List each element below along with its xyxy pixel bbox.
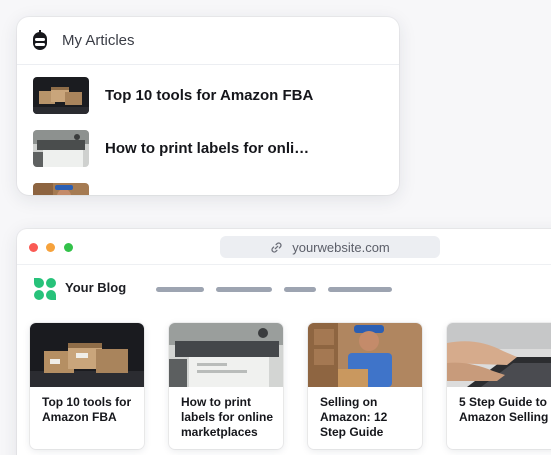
address-bar[interactable]: yourwebsite.com xyxy=(220,236,440,258)
card-title: How to print labels for online marketpla… xyxy=(181,395,274,439)
clover-logo-icon xyxy=(34,278,56,300)
nav-link-placeholder[interactable] xyxy=(216,287,272,292)
delivery-image xyxy=(308,323,422,387)
browser-window: yourwebsite.com Your Blog Top 10 tools f… xyxy=(17,229,551,455)
close-window-button[interactable] xyxy=(29,243,38,252)
boxes-thumbnail xyxy=(33,77,89,114)
blog-card[interactable]: 5 Step Guide to Amazon Selling xyxy=(447,323,551,449)
minimize-window-button[interactable] xyxy=(46,243,55,252)
article-title: Top 10 tools for Amazon FBA xyxy=(105,87,314,104)
nav-link-placeholder[interactable] xyxy=(284,287,316,292)
blog-card[interactable]: Top 10 tools for Amazon FBA xyxy=(30,323,144,449)
delivery-thumbnail xyxy=(33,183,89,195)
article-title: How to print labels for online… xyxy=(105,140,315,157)
blog-navbar: Your Blog xyxy=(17,265,551,305)
link-icon xyxy=(271,241,282,253)
browser-toolbar: yourwebsite.com xyxy=(17,229,551,265)
article-item[interactable]: Top 10 tools for Amazon FBA xyxy=(33,77,313,114)
robot-logo-icon xyxy=(33,29,47,50)
maximize-window-button[interactable] xyxy=(64,243,73,252)
nav-link-placeholder[interactable] xyxy=(156,287,204,292)
laptop-typing-image xyxy=(447,323,551,387)
nav-link-placeholder[interactable] xyxy=(328,287,392,292)
article-item[interactable]: How to print labels for online… xyxy=(33,130,315,167)
card-title: Selling on Amazon: 12 Step Guide xyxy=(320,395,388,439)
blog-card[interactable]: Selling on Amazon: 12 Step Guide xyxy=(308,323,422,449)
boxes-image xyxy=(30,323,144,387)
blog-name: Your Blog xyxy=(65,280,127,295)
url-text: yourwebsite.com xyxy=(292,239,390,255)
articles-header: My Articles xyxy=(17,17,399,65)
card-title: Top 10 tools for Amazon FBA xyxy=(42,395,132,424)
blog-card[interactable]: How to print labels for online marketpla… xyxy=(169,323,283,449)
printer-thumbnail xyxy=(33,130,89,167)
my-articles-panel: My Articles Top 10 tools for Amazon FBA xyxy=(17,17,399,195)
card-title: 5 Step Guide to Amazon Selling xyxy=(459,395,549,424)
printer-image xyxy=(169,323,283,387)
articles-title: My Articles xyxy=(62,32,135,49)
article-item[interactable] xyxy=(33,183,105,195)
